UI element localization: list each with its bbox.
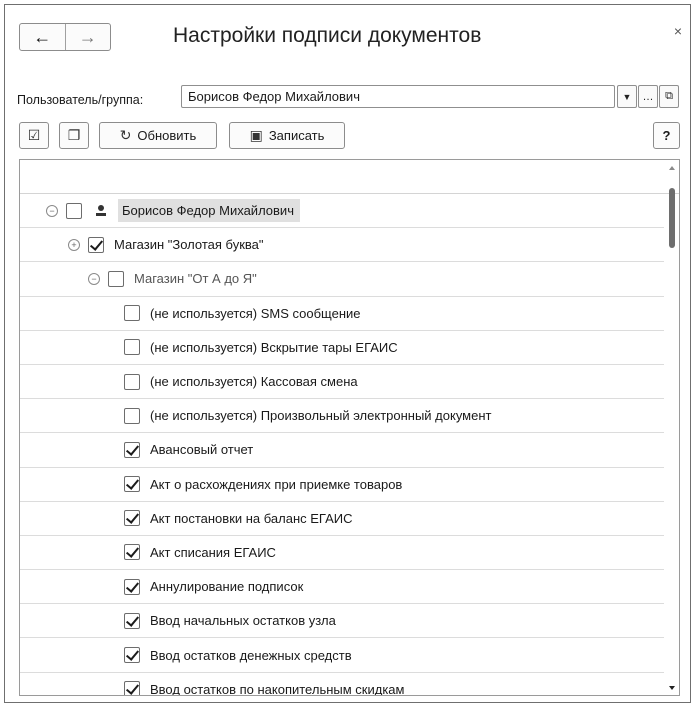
documents-tree[interactable]: − Борисов Федор Михайлович + Магазин "Зо… [19,159,680,696]
tree-row-label: Аннулирование подписок [150,579,304,595]
close-icon[interactable]: × [674,23,682,39]
checkbox[interactable] [88,236,104,253]
checkbox[interactable] [124,305,140,322]
tree-row-label: Ввод остатков по накопительным скидкам [150,681,405,696]
checkbox[interactable] [124,544,140,561]
tree-row-label: (не используется) Произвольный электронн… [150,408,492,424]
checkbox[interactable] [124,373,140,390]
tree-row-document[interactable]: Ввод начальных остатков узла [20,604,664,639]
tree-row-document[interactable]: Аннулирование подписок [20,570,664,605]
tree-row-label: (не используется) Кассовая смена [150,374,358,390]
tree-row-label: Акт о расхождениях при приемке товаров [150,476,403,492]
tree-row-label: Акт списания ЕГАИС [150,544,276,560]
vertical-scrollbar[interactable] [666,160,678,695]
tree-row-label: Магазин "От А до Я" [134,271,257,287]
tree-row-label: (не используется) SMS сообщение [150,305,361,321]
tree-header [20,160,679,194]
tree-row-document[interactable]: (не используется) Произвольный электронн… [20,399,664,434]
user-icon [94,204,108,218]
scrollbar-thumb[interactable] [669,188,675,248]
tree-row-document[interactable]: (не используется) Вскрытие тары ЕГАИС [20,331,664,365]
signature-settings-window: ← → Настройки подписи документов × Польз… [4,4,691,703]
help-button[interactable]: ? [653,122,680,149]
checkbox[interactable] [66,202,82,219]
user-group-input[interactable]: Борисов Федор Михайлович [181,85,615,108]
tree-row-user[interactable]: − Борисов Федор Михайлович [20,194,664,229]
tree-row-document[interactable]: Акт постановки на баланс ЕГАИС [20,502,664,536]
checkbox[interactable] [124,510,140,527]
checkbox[interactable] [124,476,140,493]
refresh-label: Обновить [137,128,197,143]
refresh-button[interactable]: ↻ Обновить [99,122,217,149]
checkbox[interactable] [124,681,140,695]
tree-row-document[interactable]: (не используется) Кассовая смена [20,365,664,400]
scroll-down-icon[interactable] [669,686,675,690]
open-window-icon: ⧉ [665,90,673,102]
checkbox[interactable] [124,612,140,629]
tree-row-label: Ввод начальных остатков узла [150,613,336,629]
save-label: Записать [268,128,325,143]
tree-row-label: Авансовый отчет [150,442,254,458]
open-button[interactable]: ⧉ [659,85,679,108]
dropdown-button[interactable]: ▼ [617,85,637,108]
tree-row-store[interactable]: − Магазин "От А до Я" [20,262,664,297]
navigation-buttons: ← → [19,23,111,51]
back-arrow-icon[interactable]: ← [20,24,65,50]
ellipsis-icon: … [642,90,654,103]
checkbox[interactable] [124,407,140,424]
uncheck-all-icon: ❐ [67,127,81,143]
checkbox[interactable] [124,578,140,595]
collapse-icon[interactable]: − [46,204,58,217]
tree-row-label: Акт постановки на баланс ЕГАИС [150,510,353,526]
tree-row-label: Ввод остатков денежных средств [150,647,352,663]
save-icon: ▣ [249,127,263,143]
expand-icon[interactable]: + [68,238,80,251]
save-button[interactable]: ▣ Записать [229,122,345,149]
tree-row-label: (не используется) Вскрытие тары ЕГАИС [150,339,398,355]
tree-row-store[interactable]: + Магазин "Золотая буква" [20,228,664,263]
scroll-up-icon[interactable] [669,166,675,170]
checkbox[interactable] [108,270,124,287]
chevron-down-icon: ▼ [622,91,632,102]
refresh-icon: ↻ [119,127,132,143]
tree-row-document[interactable]: Ввод остатков по накопительным скидкам [20,673,664,696]
forward-arrow-icon[interactable]: → [64,24,111,50]
window-title: Настройки подписи документов [173,24,482,47]
user-group-label: Пользователь/группа: [17,93,144,107]
tree-row-label: Магазин "Золотая буква" [114,237,264,253]
check-all-button[interactable]: ☑ [19,122,49,149]
collapse-icon[interactable]: − [88,272,100,285]
tree-row-document[interactable]: Авансовый отчет [20,433,664,468]
tree-rows: − Борисов Федор Михайлович + Магазин "Зо… [20,194,664,696]
tree-row-document[interactable]: Ввод остатков денежных средств [20,638,664,673]
select-button[interactable]: … [638,85,658,108]
checkbox[interactable] [124,647,140,664]
tree-row-label: Борисов Федор Михайлович [118,199,300,223]
tree-row-document[interactable]: (не используется) SMS сообщение [20,297,664,331]
checkbox[interactable] [124,339,140,356]
check-all-icon: ☑ [27,127,41,143]
uncheck-all-button[interactable]: ❐ [59,122,89,149]
checkbox[interactable] [124,441,140,458]
tree-row-document[interactable]: Акт списания ЕГАИС [20,536,664,571]
tree-row-document[interactable]: Акт о расхождениях при приемке товаров [20,468,664,502]
